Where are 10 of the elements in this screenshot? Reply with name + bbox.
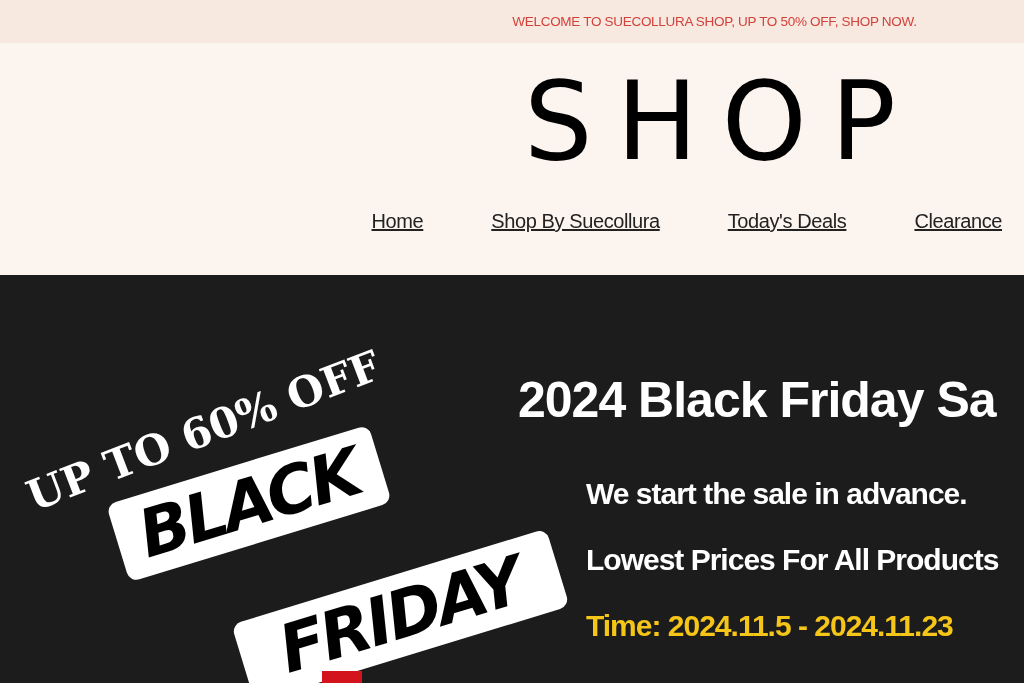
banner-line: Time: 2024.11.5 - 2024.11.23 — [586, 608, 954, 644]
nav-link[interactable]: Home — [371, 209, 424, 233]
nav-link[interactable]: Clearance — [914, 209, 1002, 233]
nav-link[interactable]: Today's Deals — [727, 209, 847, 233]
shop-logo[interactable]: SHOP — [524, 63, 920, 182]
banner-title: 2024 Black Friday Sa — [518, 371, 998, 429]
announcement-text: WELCOME TO SUECOLLURA SHOP, UP TO 50% OFF, SHOP NOW. — [512, 14, 917, 29]
nav-link[interactable]: Shop By Suecollura — [491, 209, 660, 233]
banner-line: We start the sale in advance. — [586, 476, 968, 512]
banner-line: Lowest Prices For All Products — [586, 542, 999, 578]
